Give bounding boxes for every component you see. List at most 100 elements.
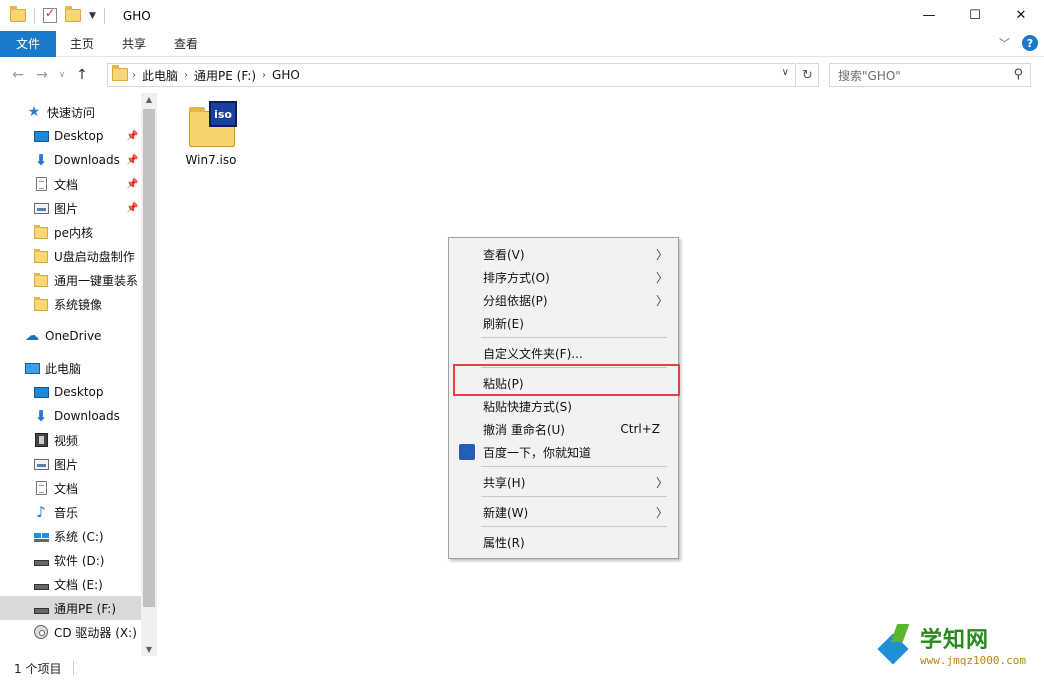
file-name: Win7.iso	[185, 153, 237, 167]
new-folder-icon[interactable]	[65, 5, 81, 24]
menu-separator	[481, 466, 667, 467]
iso-file-icon: iso	[189, 101, 237, 147]
scroll-down-arrow-icon[interactable]: ▼	[141, 645, 157, 654]
nav-label: 快速访问	[47, 105, 96, 120]
nav-pc-desktop[interactable]: Desktop	[0, 380, 141, 404]
menu-separator	[481, 526, 667, 527]
drive-icon	[33, 576, 49, 592]
menu-label: 百度一下，你就知道	[483, 445, 592, 460]
folder-icon	[33, 272, 49, 288]
nav-quick-reinstall[interactable]: 通用一键重装系	[0, 268, 141, 292]
menu-item-group[interactable]: 分组依据(P) 〉	[449, 289, 678, 311]
nav-label: Desktop	[54, 385, 104, 399]
menu-item-share[interactable]: 共享(H) 〉	[449, 471, 678, 493]
menu-item-sort[interactable]: 排序方式(O) 〉	[449, 266, 678, 288]
nav-quick-documents[interactable]: 文档 📌	[0, 172, 141, 196]
navigation-bar: ← → ∨ ↑ › 此电脑 › 通用PE (F:) › GHO ∨ ↻ 搜索"G…	[0, 57, 1044, 93]
breadcrumb-this-pc[interactable]: 此电脑	[142, 67, 178, 84]
tab-view[interactable]: 查看	[160, 31, 212, 57]
menu-item-paste-shortcut[interactable]: 粘贴快捷方式(S)	[449, 395, 678, 417]
nav-label: CD 驱动器 (X:)	[54, 625, 137, 640]
scroll-up-arrow-icon[interactable]: ▲	[141, 95, 157, 104]
nav-quick-downloads[interactable]: ⬇ Downloads 📌	[0, 148, 141, 172]
nav-pc-drive-e[interactable]: 文档 (E:)	[0, 572, 141, 596]
scroll-thumb[interactable]	[143, 109, 155, 607]
tab-file[interactable]: 文件	[0, 30, 56, 57]
menu-item-properties[interactable]: 属性(R)	[449, 531, 678, 553]
pin-icon[interactable]: 📌	[126, 203, 138, 214]
pin-icon[interactable]: 📌	[126, 179, 138, 190]
back-arrow-icon[interactable]: ←	[6, 67, 30, 83]
watermark-url: www.jmqz1000.com	[920, 654, 1026, 667]
nav-pc-music[interactable]: ♪ 音乐	[0, 500, 141, 524]
breadcrumb-separator-icon[interactable]: ›	[132, 70, 136, 81]
menu-item-new[interactable]: 新建(W) 〉	[449, 501, 678, 523]
nav-quick-pictures[interactable]: 图片 📌	[0, 196, 141, 220]
refresh-button[interactable]: ↻	[797, 63, 819, 87]
nav-quick-pe-kernel[interactable]: pe内核	[0, 220, 141, 244]
menu-label: 粘贴快捷方式(S)	[483, 399, 572, 414]
menu-item-undo-rename[interactable]: 撤消 重命名(U) Ctrl+Z	[449, 418, 678, 440]
pin-icon[interactable]: 📌	[126, 155, 138, 166]
desktop-icon	[33, 128, 49, 144]
nav-label: Downloads	[54, 153, 120, 167]
breadcrumb-drive-f[interactable]: 通用PE (F:)	[194, 67, 256, 84]
nav-label: 文档	[54, 481, 79, 496]
nav-pc-drive-f[interactable]: 通用PE (F:)	[0, 596, 141, 620]
window-title: GHO	[122, 8, 151, 23]
navigation-pane: ★ 快速访问 Desktop 📌 ⬇ Downloads 📌 文档 📌 图片 📌…	[0, 93, 157, 656]
iso-badge: iso	[209, 101, 237, 127]
address-bar[interactable]: › 此电脑 › 通用PE (F:) › GHO ∨	[107, 63, 796, 87]
nav-onedrive[interactable]: ☁ OneDrive	[0, 324, 141, 348]
nav-pc-drive-c[interactable]: 系统 (C:)	[0, 524, 141, 548]
breadcrumb-separator-icon[interactable]: ›	[262, 70, 266, 81]
nav-quick-system-images[interactable]: 系统镜像	[0, 292, 141, 316]
nav-quick-access[interactable]: ★ 快速访问	[0, 100, 141, 124]
nav-pc-pictures[interactable]: 图片	[0, 452, 141, 476]
menu-label: 共享(H)	[483, 475, 526, 490]
nav-pc-drive-d[interactable]: 软件 (D:)	[0, 548, 141, 572]
nav-pc-documents[interactable]: 文档	[0, 476, 141, 500]
submenu-arrow-icon: 〉	[655, 270, 668, 285]
watermark: 学知网 www.jmqz1000.com	[877, 618, 1034, 676]
tab-share[interactable]: 共享	[108, 31, 160, 57]
pin-icon[interactable]: 📌	[126, 131, 138, 142]
nav-this-pc[interactable]: 此电脑	[0, 356, 141, 380]
breadcrumb-gho[interactable]: GHO	[272, 68, 300, 82]
help-icon[interactable]: ?	[1022, 35, 1038, 51]
forward-arrow-icon[interactable]: →	[30, 67, 54, 83]
menu-label: 分组依据(P)	[483, 293, 548, 308]
recent-locations-chevron-icon[interactable]: ∨	[54, 70, 70, 80]
close-button[interactable]: ✕	[998, 0, 1044, 31]
nav-pc-cd-drive[interactable]: CD 驱动器 (X:)	[0, 620, 141, 644]
nav-label: 图片	[54, 201, 79, 216]
search-input[interactable]: 搜索"GHO" ⚲	[829, 63, 1031, 87]
nav-pc-downloads[interactable]: ⬇ Downloads	[0, 404, 141, 428]
menu-label: 刷新(E)	[483, 316, 524, 331]
nav-quick-desktop[interactable]: Desktop 📌	[0, 124, 141, 148]
up-arrow-icon[interactable]: ↑	[70, 67, 94, 83]
menu-item-customize-folder[interactable]: 自定义文件夹(F)...	[449, 342, 678, 364]
minimize-button[interactable]: —	[906, 0, 952, 31]
customize-toolbar-dropdown-icon[interactable]: ▼	[89, 11, 96, 21]
breadcrumb-separator-icon[interactable]: ›	[184, 70, 188, 81]
maximize-button[interactable]: ☐	[952, 0, 998, 31]
download-icon: ⬇	[34, 407, 48, 425]
context-menu: 查看(V) 〉 排序方式(O) 〉 分组依据(P) 〉 刷新(E) 自定义文件夹…	[448, 237, 679, 559]
picture-icon	[33, 200, 49, 216]
document-icon	[33, 176, 49, 192]
properties-check-icon[interactable]	[43, 6, 59, 24]
tab-home[interactable]: 主页	[56, 31, 108, 57]
nav-pc-videos[interactable]: 视频	[0, 428, 141, 452]
drive-icon	[33, 552, 49, 568]
menu-item-view[interactable]: 查看(V) 〉	[449, 243, 678, 265]
file-item-win7-iso[interactable]: iso Win7.iso	[181, 97, 241, 169]
item-count: 1 个项目	[14, 661, 62, 676]
menu-item-baidu[interactable]: 🐾 百度一下，你就知道	[449, 441, 678, 463]
address-dropdown-icon[interactable]: ∨	[782, 67, 789, 78]
nav-scrollbar[interactable]: ▲ ▼	[141, 93, 157, 656]
nav-quick-usb-boot[interactable]: U盘启动盘制作	[0, 244, 141, 268]
menu-item-refresh[interactable]: 刷新(E)	[449, 312, 678, 334]
expand-ribbon-chevron-icon[interactable]: ﹀	[999, 35, 1010, 51]
menu-shortcut: Ctrl+Z	[620, 422, 660, 436]
